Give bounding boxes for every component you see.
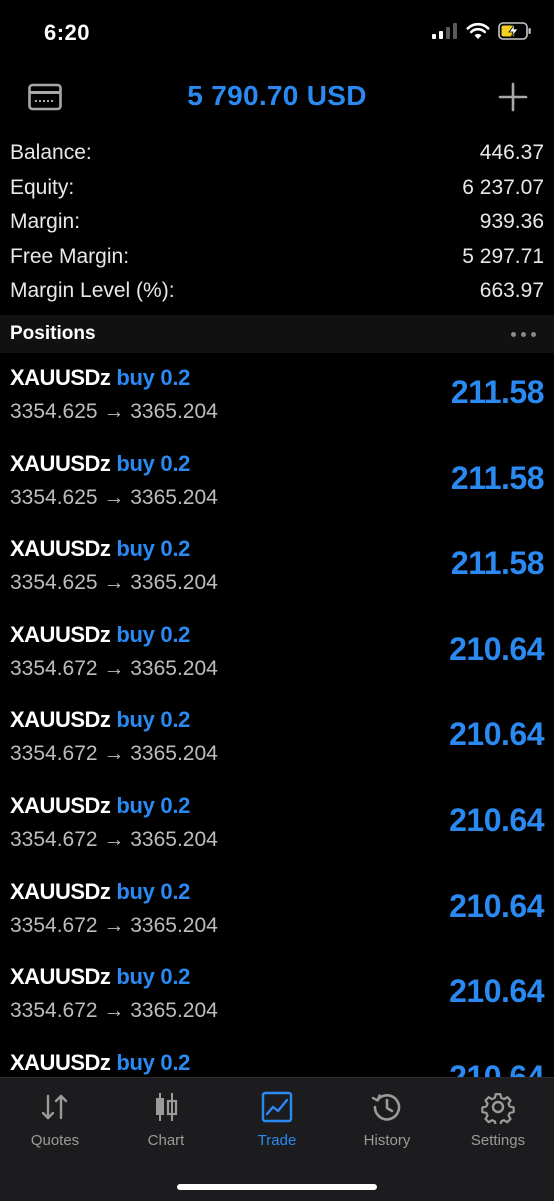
position-row[interactable]: XAUUSDz buy 0.2 3354.625 → 3365.204 211.5… [0, 357, 554, 443]
summary-row-margin-level: Margin Level (%): 663.97 [0, 274, 554, 309]
account-summary: Balance: 446.37 Equity: 6 237.07 Margin:… [0, 136, 554, 309]
history-icon [371, 1094, 401, 1121]
position-profit: 211.58 [450, 459, 545, 496]
tab-history[interactable]: History [332, 1090, 442, 1149]
position-prices: 3354.625 → 3365.204 [10, 485, 218, 509]
position-row[interactable]: XAUUSDz buy 0.2 3354.672 → 3365.204 210.6… [0, 871, 554, 957]
position-side: buy 0.2 [116, 621, 191, 647]
summary-value: 663.97 [479, 279, 544, 303]
position-row[interactable]: XAUUSDz buy 0.2 3354.672 → 3365.204 210.6… [0, 699, 554, 785]
position-prices: 3354.672 → 3365.204 [10, 742, 218, 766]
positions-title: Positions [10, 323, 96, 344]
plus-icon[interactable] [498, 82, 528, 112]
position-symbol: XAUUSDz [10, 450, 111, 476]
summary-value: 939.36 [479, 210, 544, 234]
positions-header: Positions [0, 315, 554, 353]
position-side: buy 0.2 [116, 1049, 191, 1075]
position-profit: 211.58 [450, 374, 545, 410]
summary-row-equity: Equity: 6 237.07 [0, 171, 554, 206]
position-profit: 210.64 [449, 801, 544, 838]
summary-row-margin: Margin: 939.36 [0, 205, 554, 240]
tab-bar: Quotes Chart Trade History Settings [0, 1077, 554, 1201]
account-header: 5 790.70 USD [0, 66, 554, 130]
position-profit: 210.64 [449, 1058, 544, 1077]
status-icons [432, 22, 532, 40]
position-symbol: XAUUSDz [10, 792, 111, 818]
position-prices: 3354.672 → 3365.204 [10, 656, 218, 680]
tab-label: History [363, 1132, 411, 1149]
position-side: buy 0.2 [116, 450, 191, 476]
trade-icon [261, 1091, 293, 1123]
tab-label: Quotes [30, 1132, 80, 1149]
summary-label: Equity: [10, 175, 75, 199]
position-side: buy 0.2 [116, 536, 191, 562]
tab-quotes[interactable]: Quotes [0, 1090, 110, 1149]
position-symbol: XAUUSDz [10, 878, 111, 904]
position-profit: 210.64 [449, 630, 544, 667]
more-icon[interactable] [511, 331, 536, 337]
status-bar: 6:20 [0, 0, 554, 66]
signal-icon [432, 23, 457, 39]
tab-label: Chart [147, 1132, 185, 1149]
position-side: buy 0.2 [116, 964, 191, 990]
battery-charging-icon [498, 22, 531, 40]
position-symbol: XAUUSDz [10, 536, 111, 562]
summary-label: Margin Level (%): [10, 279, 175, 303]
position-symbol: XAUUSDz [10, 964, 111, 990]
position-symbol: XAUUSDz [10, 365, 111, 390]
chart-icon [156, 1093, 178, 1121]
position-symbol: XAUUSDz [10, 621, 111, 647]
position-row[interactable]: XAUUSDz buy 0.2 210.64 [0, 1042, 554, 1077]
position-row[interactable]: XAUUSDz buy 0.2 3354.625 → 3365.204 211.5… [0, 443, 554, 529]
position-side: buy 0.2 [116, 365, 191, 390]
position-prices: 3354.625 → 3365.204 [10, 400, 218, 423]
tab-settings[interactable]: Settings [443, 1090, 553, 1149]
position-side: buy 0.2 [116, 707, 191, 733]
position-row[interactable]: XAUUSDz buy 0.2 3354.625 → 3365.204 211.5… [0, 528, 554, 614]
summary-row-free-margin: Free Margin: 5 297.71 [0, 240, 554, 275]
position-prices: 3354.672 → 3365.204 [10, 913, 218, 937]
position-prices: 3354.625 → 3365.204 [10, 571, 218, 595]
position-row[interactable]: XAUUSDz buy 0.2 3354.672 → 3365.204 210.6… [0, 956, 554, 1042]
summary-row-balance: Balance: 446.37 [0, 136, 554, 171]
summary-label: Free Margin: [10, 244, 130, 268]
position-side: buy 0.2 [116, 792, 191, 818]
positions-list: XAUUSDz buy 0.2 3354.625 → 3365.204 211.5… [0, 357, 554, 1077]
position-profit: 210.64 [449, 716, 544, 753]
tab-label: Trade [257, 1132, 297, 1149]
position-row[interactable]: XAUUSDz buy 0.2 3354.672 → 3365.204 210.6… [0, 785, 554, 871]
summary-value: 5 297.71 [462, 244, 544, 268]
settings-icon [481, 1093, 515, 1124]
quotes-icon [41, 1094, 68, 1120]
position-side: buy 0.2 [116, 878, 191, 904]
summary-value: 446.37 [479, 141, 544, 165]
summary-value: 6 237.07 [462, 175, 544, 199]
position-prices: 3354.672 → 3365.204 [10, 827, 218, 851]
wifi-icon [466, 22, 490, 39]
summary-label: Balance: [10, 141, 92, 165]
position-symbol: XAUUSDz [10, 707, 111, 733]
summary-label: Margin: [10, 210, 81, 234]
account-equity-title: 5 790.70 USD [187, 80, 367, 111]
tab-label: Settings [470, 1132, 526, 1149]
position-symbol: XAUUSDz [10, 1049, 111, 1075]
status-time: 6:20 [44, 20, 91, 45]
position-profit: 210.64 [449, 973, 544, 1010]
position-profit: 211.58 [450, 545, 545, 582]
home-indicator [177, 1184, 377, 1190]
tab-chart[interactable]: Chart [111, 1090, 221, 1149]
tab-trade[interactable]: Trade [222, 1090, 332, 1149]
position-row[interactable]: XAUUSDz buy 0.2 3354.672 → 3365.204 210.6… [0, 614, 554, 700]
position-profit: 210.64 [449, 887, 544, 924]
position-prices: 3354.672 → 3365.204 [10, 999, 218, 1023]
